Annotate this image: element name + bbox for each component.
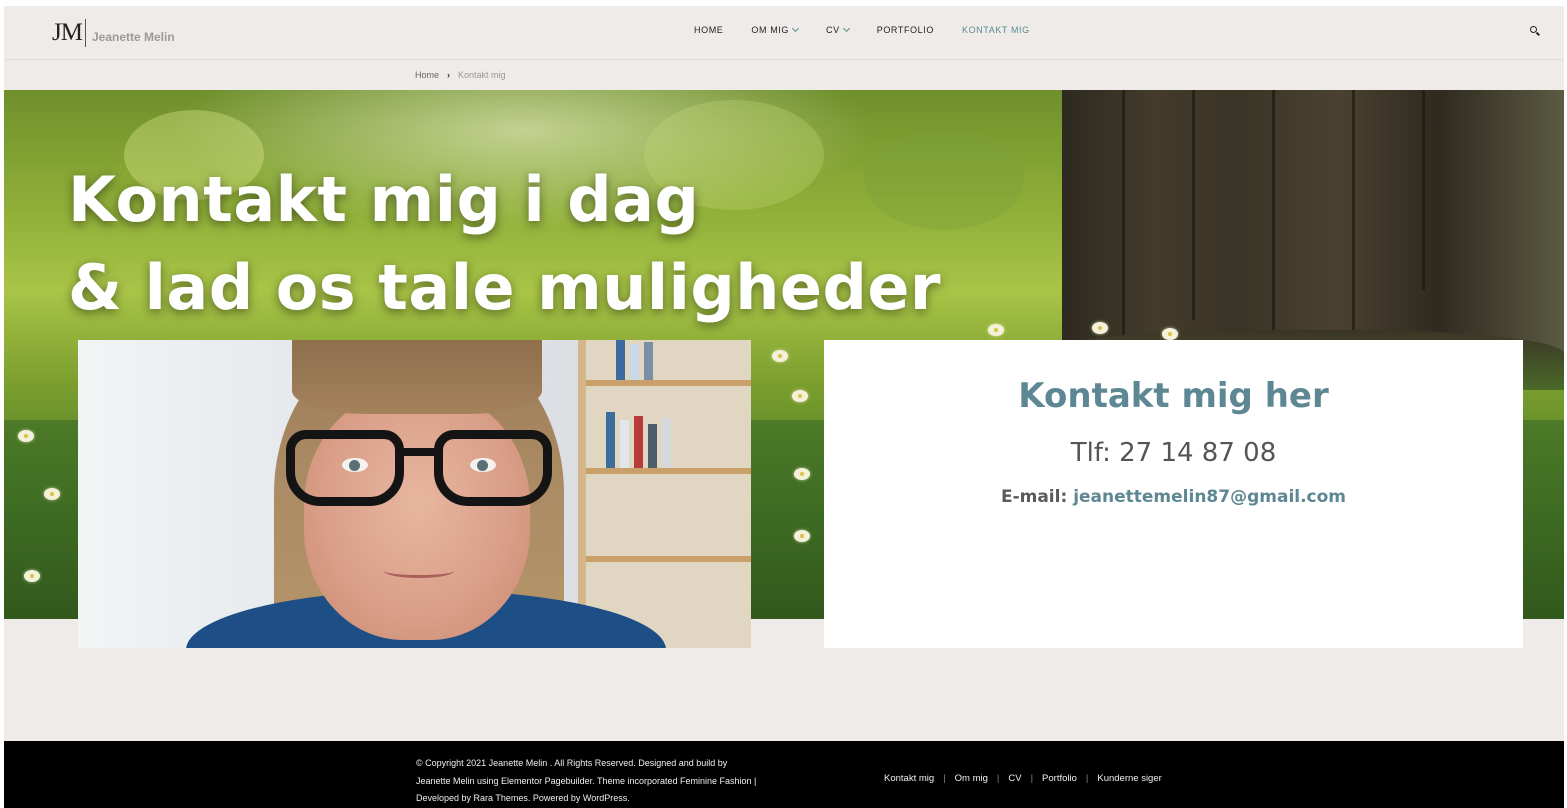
site-logo[interactable]: JM Jeanette Melin [52, 18, 175, 48]
bark-line [1352, 90, 1355, 330]
bookshelf [578, 340, 751, 648]
flower-decoration [792, 390, 808, 402]
book [644, 342, 653, 380]
footer-copyright-line: Developed by Rara Themes. Powered by Wor… [416, 793, 630, 803]
book [620, 420, 629, 468]
glasses-left-lens [286, 430, 404, 506]
logo-site-name: Jeanette Melin [91, 30, 175, 44]
footer-separator: | [996, 773, 1000, 784]
shelf-board [586, 468, 751, 474]
breadcrumb-current: Kontakt mig [458, 70, 506, 80]
nav-item-label: HOME [694, 25, 724, 35]
footer-copyright: © Copyright 2021 Jeanette Melin . All Ri… [416, 755, 816, 808]
footer-navigation: Kontakt mig | Om mig | CV | Portfolio | … [884, 773, 1162, 784]
site-footer: © Copyright 2021 Jeanette Melin . All Ri… [4, 741, 1564, 808]
book [634, 416, 643, 468]
hero-headline-line2: & lad os tale muligheder [68, 251, 941, 324]
contact-phone: Tlf: 27 14 87 08 [1070, 438, 1277, 468]
browser-viewport: JM Jeanette Melin HOME OM MIG CV PORTFOL… [4, 6, 1564, 808]
nav-item-cv[interactable]: CV [826, 24, 850, 35]
chevron-down-icon [791, 24, 800, 33]
footer-link-kontakt-mig[interactable]: Kontakt mig [884, 773, 934, 784]
book [630, 344, 639, 380]
book [648, 424, 657, 468]
flower-decoration [24, 570, 40, 582]
shelf-board [586, 556, 751, 562]
footer-separator: | [943, 773, 946, 784]
logo-mark: JM [52, 19, 83, 46]
glasses-right-lens [434, 430, 552, 506]
breadcrumb: Home › Kontakt mig [415, 70, 506, 80]
bark-line [1122, 90, 1125, 340]
contact-card-title: Kontakt mig her [1018, 376, 1329, 416]
hero-headline-line1: Kontakt mig i dag [68, 163, 700, 236]
book [616, 340, 625, 380]
contact-email-label: E-mail: [1000, 487, 1068, 507]
shelf-board [586, 380, 751, 386]
nav-item-om-mig[interactable]: OM MIG [751, 24, 800, 35]
nav-item-home[interactable]: HOME [694, 25, 723, 35]
bark-line [1422, 90, 1425, 290]
contact-email-link[interactable]: jeanettemelin87@gmail.com [1073, 487, 1346, 507]
nav-item-label: CV [826, 25, 840, 35]
tree-trunk-image [1062, 90, 1564, 360]
footer-link-cv[interactable]: CV [1008, 773, 1021, 784]
nav-item-portfolio[interactable]: PORTFOLIO [877, 25, 934, 35]
contact-email-row: E-mail: jeanettemelin87@gmail.com [824, 487, 1523, 507]
portrait-bangs [292, 340, 542, 414]
flower-decoration [18, 430, 34, 442]
portrait-smile [384, 564, 454, 578]
bark-line [1272, 90, 1275, 350]
book [606, 412, 615, 468]
book [662, 418, 671, 468]
page: JM Jeanette Melin HOME OM MIG CV PORTFOL… [0, 0, 1567, 808]
chevron-right-icon: › [447, 70, 451, 80]
breadcrumb-home-link[interactable]: Home [415, 70, 439, 80]
footer-copyright-line: © Copyright 2021 Jeanette Melin . All Ri… [416, 758, 728, 768]
nav-item-label: PORTFOLIO [876, 25, 934, 35]
flower-decoration [794, 530, 810, 542]
footer-copyright-line: Jeanette Melin using Elementor Pagebuild… [416, 775, 757, 786]
footer-link-kunderne-siger[interactable]: Kunderne siger [1097, 773, 1161, 784]
logo-divider [84, 19, 86, 47]
footer-separator: | [1085, 773, 1089, 784]
portrait-photo [78, 340, 751, 648]
bark-line [1192, 90, 1195, 320]
flower-decoration [988, 324, 1004, 336]
flower-decoration [1092, 322, 1108, 334]
flower-decoration [1162, 328, 1178, 340]
nav-item-label: OM MIG [751, 25, 790, 35]
footer-link-om-mig[interactable]: Om mig [955, 773, 988, 784]
flower-decoration [44, 488, 60, 500]
footer-link-portfolio[interactable]: Portfolio [1042, 773, 1077, 784]
flower-decoration [772, 350, 788, 362]
portrait-face [304, 390, 530, 640]
nav-item-kontakt-mig[interactable]: KONTAKT MIG [962, 25, 1030, 35]
flower-decoration [794, 468, 810, 480]
contact-card: Kontakt mig her Tlf: 27 14 87 08 E-mail:… [824, 340, 1523, 648]
site-header: JM Jeanette Melin HOME OM MIG CV PORTFOL… [4, 6, 1564, 60]
hero-headline: Kontakt mig i dag & lad os tale mulighed… [68, 156, 941, 332]
search-icon[interactable] [1530, 26, 1542, 38]
search-icon-handle [1536, 31, 1540, 36]
nav-item-label: KONTAKT MIG [961, 25, 1030, 35]
chevron-down-icon [842, 24, 850, 33]
main-navigation: HOME OM MIG CV PORTFOLIO KONTAKT MIG [694, 24, 1058, 35]
footer-separator: | [1030, 773, 1034, 784]
glasses-bridge [400, 448, 440, 456]
